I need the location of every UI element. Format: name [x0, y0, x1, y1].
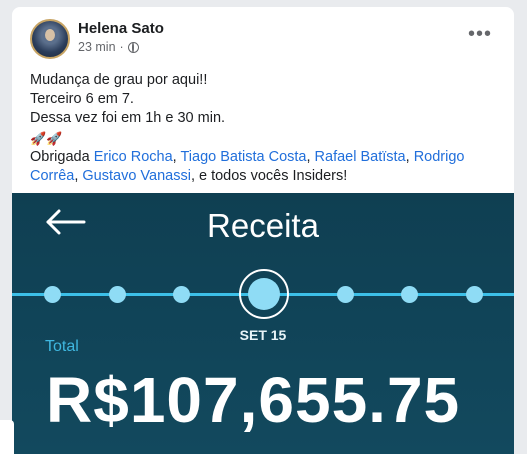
comma: , [405, 148, 410, 165]
timeline-dot[interactable] [337, 286, 354, 303]
timeline-dot[interactable] [109, 286, 126, 303]
post-time[interactable]: 23 min [78, 40, 116, 54]
post-line-2: Terceiro 6 em 7. [30, 91, 134, 108]
selected-date: SET 15 [239, 327, 287, 343]
comma: , [306, 148, 311, 165]
timeline-selected-core [248, 278, 280, 310]
next-card-edge [0, 420, 14, 454]
total-amount: R$107,655.75 [46, 364, 461, 436]
mention-tiago-batista-costa[interactable]: Tiago Batista Costa [180, 149, 306, 165]
meta-separator: · [119, 40, 124, 54]
globe-icon[interactable] [127, 41, 139, 53]
thanks-paragraph: Obrigada Erico Rocha, Tiago Batista Cost… [30, 148, 500, 186]
timeline-dot[interactable] [173, 286, 190, 303]
timeline-dot[interactable] [44, 286, 61, 303]
post-meta: 23 min · [78, 40, 139, 54]
timeline-dot[interactable] [401, 286, 418, 303]
thanks-suffix: , e todos vocês Insiders! [190, 168, 348, 185]
author-name[interactable]: Helena Sato [78, 20, 164, 37]
thanks-prefix: Obrigada [30, 148, 90, 165]
more-options-icon[interactable]: ••• [468, 24, 492, 44]
total-label: Total [45, 338, 79, 355]
post-line-1: Mudança de grau por aqui!! [30, 72, 208, 88]
rocket-emoji: 🚀🚀 [30, 130, 63, 146]
app-screenshot: Receita SET 15 Total R$107,655.75 [12, 193, 514, 454]
comma: , [74, 168, 79, 185]
mention-rafael-batista[interactable]: Rafael Batïsta [315, 149, 406, 165]
post-card: Helena Sato 23 min · ••• Mudança de grau… [12, 7, 514, 454]
post-line-3: Dessa vez foi em 1h e 30 min. [30, 110, 226, 127]
comma: , [172, 148, 177, 165]
avatar[interactable] [30, 19, 70, 59]
mention-gustavo-vanassi[interactable]: Gustavo Vanassi [82, 168, 191, 184]
app-title: Receita [207, 207, 319, 244]
mention-erico-rocha[interactable]: Erico Rocha [94, 149, 173, 165]
timeline-dot[interactable] [466, 286, 483, 303]
post-text: Mudança de grau por aqui!! Terceiro 6 em… [30, 71, 500, 186]
post-header: Helena Sato 23 min · ••• [12, 7, 514, 67]
